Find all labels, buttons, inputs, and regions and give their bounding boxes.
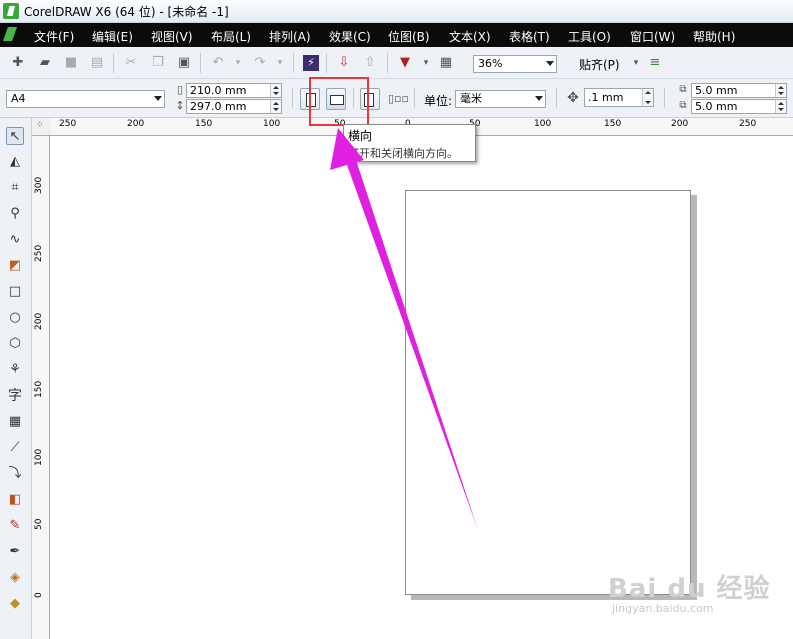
- watermark-logo: Bai du 经验: [608, 574, 771, 604]
- baidu-watermark: Bai du 经验 jingyan.baidu.com: [608, 568, 770, 620]
- annotation-arrow: [330, 128, 478, 530]
- arrow-head: [330, 128, 364, 170]
- arrow-shaft: [342, 148, 478, 530]
- watermark-url: jingyan.baidu.com: [612, 602, 714, 615]
